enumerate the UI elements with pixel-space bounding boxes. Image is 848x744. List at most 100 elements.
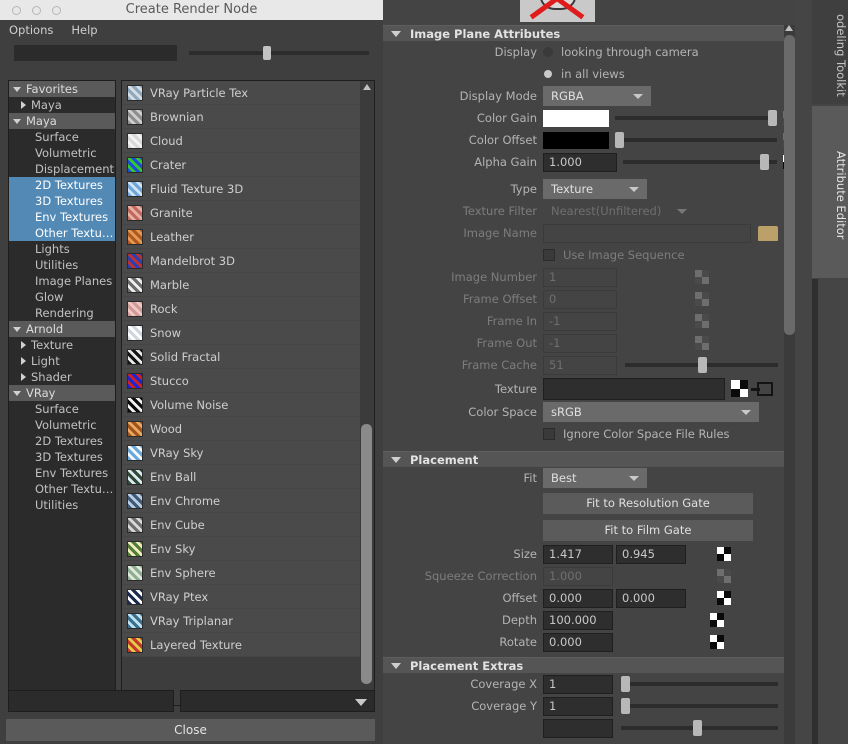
node-list-item[interactable]: Crater bbox=[122, 153, 360, 177]
node-list-item[interactable]: Marble bbox=[122, 273, 360, 297]
scrollbar-thumb[interactable] bbox=[361, 424, 372, 684]
squeeze-correction-input[interactable]: 1.000 bbox=[543, 566, 613, 586]
node-list-item[interactable]: Env Cube bbox=[122, 513, 360, 537]
tree-item-utilities[interactable]: Utilities bbox=[9, 497, 115, 513]
tree-item-2d-textures[interactable]: 2D Textures bbox=[9, 177, 115, 193]
squeeze-map-button[interactable] bbox=[717, 569, 731, 583]
frame-out-input[interactable]: -1 bbox=[543, 333, 617, 353]
node-list-item[interactable]: Rock bbox=[122, 297, 360, 321]
scroll-up-arrow-icon[interactable] bbox=[363, 84, 371, 90]
chevron-right-icon[interactable] bbox=[21, 357, 26, 365]
tree-item-image-planes[interactable]: Image Planes bbox=[9, 273, 115, 289]
tree-item-arnold[interactable]: Arnold bbox=[9, 321, 115, 337]
node-list-item[interactable]: Leather bbox=[122, 225, 360, 249]
tree-item-vray[interactable]: VRay bbox=[9, 385, 115, 401]
chevron-right-icon[interactable] bbox=[21, 341, 26, 349]
tree-item-rendering[interactable]: Rendering bbox=[9, 305, 115, 321]
rotate-map-button[interactable] bbox=[710, 635, 724, 649]
offset-y-input[interactable]: 0.000 bbox=[616, 588, 686, 608]
coverage-x-slider[interactable] bbox=[621, 676, 778, 692]
tree-item-light[interactable]: Light bbox=[9, 353, 115, 369]
tree-item-glow[interactable]: Glow bbox=[9, 289, 115, 305]
node-list-item[interactable]: Env Sphere bbox=[122, 561, 360, 585]
chevron-right-icon[interactable] bbox=[21, 373, 26, 381]
chevron-down-icon[interactable] bbox=[13, 118, 21, 124]
frame-in-map-button[interactable] bbox=[695, 314, 709, 328]
window-maximize-button[interactable] bbox=[52, 6, 61, 15]
node-list-item[interactable]: Layered Texture bbox=[122, 633, 360, 657]
tab-attribute-editor[interactable]: Attribute Editor bbox=[812, 106, 848, 278]
texture-map-button[interactable] bbox=[731, 380, 748, 397]
window-close-button[interactable] bbox=[12, 6, 21, 15]
image-name-input[interactable] bbox=[543, 223, 751, 243]
offset-x-input[interactable]: 0.000 bbox=[543, 588, 613, 608]
window-minimize-button[interactable] bbox=[32, 6, 41, 15]
node-list-item[interactable]: Volume Noise bbox=[122, 393, 360, 417]
bottom-text-field[interactable] bbox=[8, 690, 174, 712]
fit-to-film-gate-button[interactable]: Fit to Film Gate bbox=[543, 519, 753, 541]
node-list-item[interactable]: Env Sky bbox=[122, 537, 360, 561]
next-partial-slider[interactable] bbox=[621, 720, 778, 736]
node-list-item[interactable]: VRay Ptex bbox=[122, 585, 360, 609]
category-tree[interactable]: Favorites Maya Maya Surface Volumetric Displa… bbox=[8, 80, 116, 706]
node-list-item[interactable]: VRay Sky bbox=[122, 441, 360, 465]
fit-to-resolution-gate-button[interactable]: Fit to Resolution Gate bbox=[543, 492, 753, 514]
tree-item-texture[interactable]: Texture bbox=[9, 337, 115, 353]
frame-cache-slider[interactable] bbox=[625, 357, 778, 373]
chevron-down-icon[interactable] bbox=[13, 86, 21, 92]
texture-input[interactable] bbox=[543, 377, 725, 400]
node-list-item[interactable]: VRay Particle Tex bbox=[122, 81, 360, 105]
section-placement[interactable]: Placement bbox=[383, 451, 806, 467]
bottom-dropdown[interactable] bbox=[180, 690, 375, 712]
icon-size-slider[interactable] bbox=[189, 46, 369, 60]
tree-item-env-textures[interactable]: Env Textures bbox=[9, 209, 115, 225]
type-dropdown[interactable]: Texture bbox=[543, 179, 647, 199]
node-list-item[interactable]: VRay Triplanar bbox=[122, 609, 360, 633]
size-y-input[interactable]: 0.945 bbox=[616, 544, 686, 564]
node-list-item[interactable]: Brownian bbox=[122, 105, 360, 129]
size-x-input[interactable]: 1.417 bbox=[543, 544, 613, 564]
tree-item-favorites[interactable]: Favorites bbox=[9, 81, 115, 97]
tree-item-other-textu[interactable]: Other Textu… bbox=[9, 225, 115, 241]
tree-item-2d-textures[interactable]: 2D Textures bbox=[9, 433, 115, 449]
scroll-up-arrow-icon[interactable] bbox=[785, 25, 793, 31]
tree-item-env-textures[interactable]: Env Textures bbox=[9, 465, 115, 481]
chevron-right-icon[interactable] bbox=[21, 101, 26, 109]
tab-modeling-toolkit[interactable]: odeling Toolkit bbox=[812, 0, 848, 104]
node-list-item[interactable]: Solid Fractal bbox=[122, 345, 360, 369]
menu-options[interactable]: Options bbox=[9, 23, 53, 37]
tree-item-maya[interactable]: Maya bbox=[9, 97, 115, 113]
depth-map-button[interactable] bbox=[710, 613, 724, 627]
node-list-item[interactable]: Mandelbrot 3D bbox=[122, 249, 360, 273]
tree-item-surface[interactable]: Surface bbox=[9, 401, 115, 417]
input-connection-icon[interactable] bbox=[751, 381, 773, 396]
frame-out-map-button[interactable] bbox=[695, 336, 709, 350]
node-list-item[interactable]: Env Ball bbox=[122, 465, 360, 489]
offset-map-button[interactable] bbox=[717, 591, 731, 605]
frame-offset-map-button[interactable] bbox=[695, 292, 709, 306]
chevron-down-icon[interactable] bbox=[13, 326, 21, 332]
frame-in-input[interactable]: -1 bbox=[543, 311, 617, 331]
tree-item-displacement[interactable]: Displacement bbox=[9, 161, 115, 177]
node-list-item[interactable]: Snow bbox=[122, 321, 360, 345]
depth-input[interactable]: 100.000 bbox=[543, 610, 613, 630]
coverage-y-slider[interactable] bbox=[621, 698, 778, 714]
tree-item-volumetric[interactable]: Volumetric bbox=[9, 417, 115, 433]
coverage-x-input[interactable]: 1 bbox=[543, 674, 613, 694]
node-list-item[interactable]: Fluid Texture 3D bbox=[122, 177, 360, 201]
frame-cache-input[interactable]: 51 bbox=[543, 355, 617, 375]
color-space-dropdown[interactable]: sRGB bbox=[543, 402, 759, 422]
tree-item-maya[interactable]: Maya bbox=[9, 113, 115, 129]
radio-looking-through-camera[interactable] bbox=[543, 47, 553, 57]
coverage-y-input[interactable]: 1 bbox=[543, 696, 613, 716]
next-partial-input[interactable] bbox=[543, 718, 613, 738]
node-list-item[interactable]: Wood bbox=[122, 417, 360, 441]
alpha-gain-slider[interactable] bbox=[623, 154, 777, 170]
color-offset-swatch[interactable] bbox=[543, 131, 609, 149]
tree-item-utilities[interactable]: Utilities bbox=[9, 257, 115, 273]
attribute-editor-scrollbar[interactable] bbox=[784, 25, 795, 744]
tree-item-volumetric[interactable]: Volumetric bbox=[9, 145, 115, 161]
node-list-item[interactable]: Cloud bbox=[122, 129, 360, 153]
alpha-gain-input[interactable]: 1.000 bbox=[543, 152, 617, 172]
image-number-map-button[interactable] bbox=[695, 270, 709, 284]
